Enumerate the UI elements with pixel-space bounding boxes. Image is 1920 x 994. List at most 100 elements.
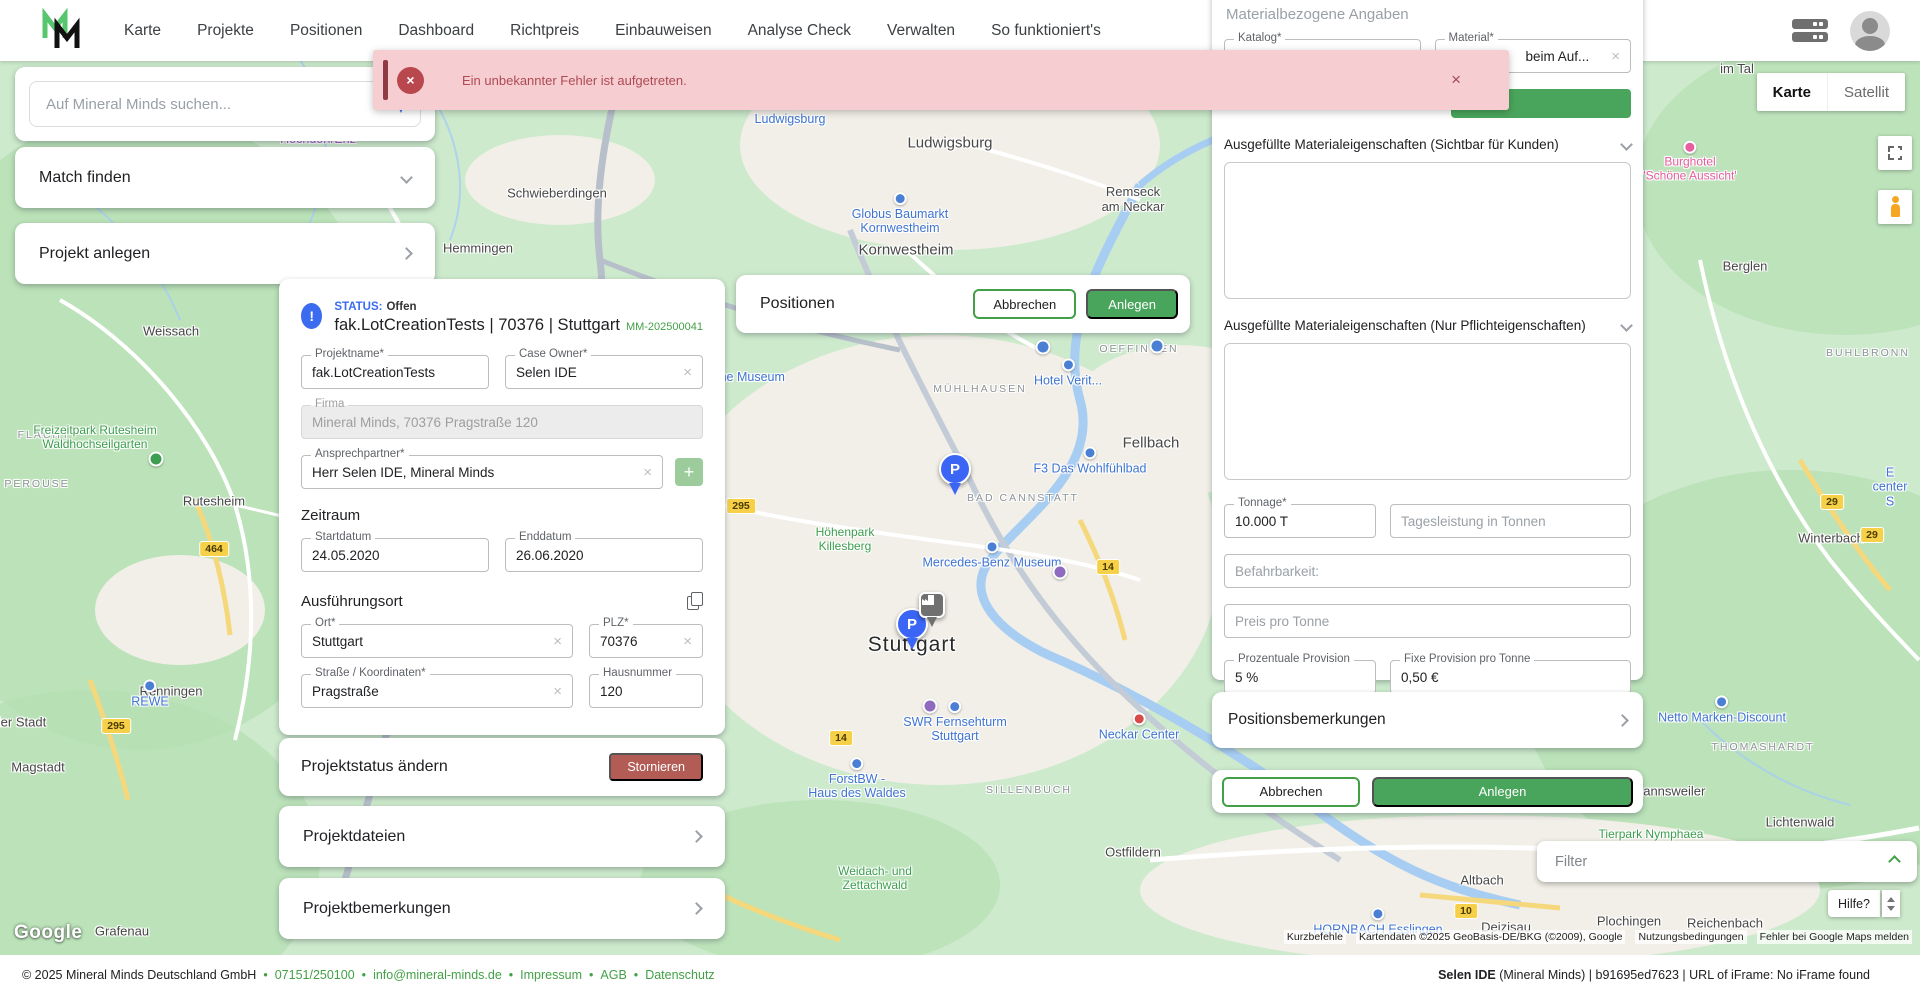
projektdateien-accordion[interactable]: Projektdateien	[279, 806, 725, 867]
projektname-field[interactable]: Projektname* fak.LotCreationTests	[301, 355, 489, 389]
positionen-panel: Positionen Abbrechen Anlegen	[736, 275, 1190, 333]
props-kunden-box[interactable]	[1224, 162, 1631, 299]
nav-item-positionen[interactable]: Positionen	[290, 22, 362, 40]
nav-item-dashboard[interactable]: Dashboard	[398, 22, 474, 40]
map-type-karte-button[interactable]: Karte	[1757, 73, 1827, 111]
arrow-down-icon	[1887, 906, 1895, 911]
case-owner-field[interactable]: Case Owner* Selen IDE	[505, 355, 703, 389]
clear-icon[interactable]	[683, 634, 692, 649]
clear-icon[interactable]	[553, 684, 562, 699]
startdatum-field[interactable]: Startdatum 24.05.2020	[301, 538, 489, 572]
nav-item-verwalten[interactable]: Verwalten	[887, 22, 955, 40]
attribution-item[interactable]: Fehler bei Google Maps melden	[1757, 930, 1912, 944]
filter-bar[interactable]: Filter	[1537, 841, 1917, 882]
road-badge: 295	[726, 498, 756, 514]
clear-icon[interactable]	[643, 465, 652, 480]
footer-link[interactable]: Datenschutz	[627, 968, 715, 982]
enddatum-field[interactable]: Enddatum 26.06.2020	[505, 538, 703, 572]
clear-icon[interactable]	[553, 634, 562, 649]
nav-item-karte[interactable]: Karte	[124, 22, 161, 40]
projektstatus-label: Projektstatus ändern	[301, 758, 448, 776]
positionen-anlegen-button[interactable]: Anlegen	[1086, 289, 1178, 319]
match-finden-accordion[interactable]: Match finden	[15, 147, 435, 208]
nav-item-einbauweisen[interactable]: Einbauweisen	[615, 22, 712, 40]
map-label: REWE	[131, 679, 169, 708]
filter-label: Filter	[1555, 854, 1587, 870]
fullscreen-button[interactable]	[1878, 136, 1912, 170]
status-info-icon: !	[301, 303, 322, 329]
ansprechpartner-field[interactable]: Ansprechpartner* Herr Selen IDE, Mineral…	[301, 455, 663, 489]
attribution-item[interactable]: Kurzbefehle	[1284, 930, 1346, 944]
befahrbarkeit-field[interactable]: Befahrbarkeit:	[1224, 554, 1631, 588]
chevron-right-icon	[690, 830, 703, 843]
plz-field[interactable]: PLZ* 70376	[589, 624, 703, 658]
footer-link[interactable]: 07151/250100	[256, 968, 354, 982]
preis-pro-tonne-field[interactable]: Preis pro Tonne	[1224, 604, 1631, 638]
map-label: Plochingen	[1597, 915, 1661, 930]
projektbemerkungen-accordion[interactable]: Projektbemerkungen	[279, 878, 725, 939]
map-type-satellit-button[interactable]: Satellit	[1827, 73, 1905, 111]
footer-link[interactable]: AGB	[582, 968, 627, 982]
map-label: Weidach- und Zettachwald	[838, 865, 912, 893]
add-contact-button[interactable]	[675, 458, 703, 486]
material-anlegen-button[interactable]: Anlegen	[1372, 777, 1633, 807]
projekt-anlegen-accordion[interactable]: Projekt anlegen	[15, 223, 435, 284]
attribution-item[interactable]: Kartendaten ©2025 GeoBasis-DE/BKG (©2009…	[1356, 930, 1626, 944]
keyboard-icon[interactable]	[1792, 18, 1828, 44]
strasse-field[interactable]: Straße / Koordinaten* Pragstraße	[301, 674, 573, 708]
road-badge: 29	[1860, 527, 1884, 543]
nav-item-richtpreis[interactable]: Richtpreis	[510, 22, 579, 40]
road-badge: 464	[199, 541, 229, 557]
fixe-provision-field[interactable]: Fixe Provision pro Tonne 0,50 €	[1390, 660, 1631, 694]
props-pflicht-box[interactable]	[1224, 343, 1631, 480]
building-marker[interactable]	[918, 592, 946, 630]
map-label: Altbach	[1460, 874, 1503, 889]
clear-icon[interactable]	[1611, 49, 1620, 64]
road-badge: 14	[829, 730, 853, 746]
position-pin-marker[interactable]: P	[938, 453, 972, 497]
map-label: Burghotel 'Schöne Aussicht'	[1643, 141, 1736, 184]
search-input[interactable]: Auf Mineral Minds suchen...	[29, 81, 421, 127]
map-label: BUHLBRONN	[1826, 347, 1910, 359]
footer-link[interactable]: Impressum	[502, 968, 582, 982]
hausnummer-field[interactable]: Hausnummer 120	[589, 674, 703, 708]
tonnage-field[interactable]: Tonnage* 10.000 T	[1224, 504, 1376, 538]
attribution-item[interactable]: Nutzungsbedingungen	[1635, 930, 1746, 944]
footer-link[interactable]: info@mineral-minds.de	[355, 968, 502, 982]
chevron-down-icon[interactable]	[1620, 319, 1633, 332]
map-label: ForstBW - Haus des Waldes	[808, 757, 906, 801]
map-label: Netto Marken-Discount	[1658, 695, 1786, 724]
ort-field[interactable]: Ort* Stuttgart	[301, 624, 573, 658]
material-abbrechen-button[interactable]: Abbrechen	[1222, 777, 1360, 807]
tagesleistung-field[interactable]: Tagesleistung in Tonnen	[1390, 504, 1631, 538]
toast-close-icon[interactable]	[1451, 71, 1461, 88]
hilfe-button[interactable]: Hilfe?	[1828, 890, 1880, 917]
chevron-down-icon[interactable]	[1620, 138, 1633, 151]
nav-item-so-funktioniert-s[interactable]: So funktioniert's	[991, 22, 1101, 40]
project-id: MM-202500041	[626, 321, 703, 333]
poi-dot	[149, 452, 164, 467]
search-placeholder: Auf Mineral Minds suchen...	[46, 96, 231, 113]
toast-accent-bar	[383, 60, 388, 100]
chevron-up-icon	[1888, 855, 1901, 868]
pegman-button[interactable]	[1878, 190, 1912, 224]
clear-icon[interactable]	[683, 365, 692, 380]
positionen-abbrechen-button[interactable]: Abbrechen	[973, 289, 1076, 319]
copy-icon[interactable]	[687, 592, 703, 610]
props-pflicht-heading: Ausgefüllte Materialeigenschaften (Nur P…	[1224, 318, 1586, 333]
map-label: Magstadt	[11, 761, 64, 776]
arrow-up-icon	[1887, 897, 1895, 902]
map-label: Ostfildern	[1105, 846, 1161, 861]
positionsbemerkungen-accordion[interactable]: Positionsbemerkungen	[1212, 692, 1643, 748]
project-title: fak.LotCreationTests | 70376 | Stuttgart…	[334, 316, 703, 335]
map-label: Berglen	[1723, 260, 1768, 275]
match-finden-label: Match finden	[39, 169, 131, 187]
prozentuale-provision-field[interactable]: Prozentuale Provision 5 %	[1224, 660, 1376, 694]
stornieren-button[interactable]: Stornieren	[609, 753, 703, 781]
mineral-minds-logo[interactable]	[38, 7, 84, 55]
nav-item-projekte[interactable]: Projekte	[197, 22, 254, 40]
road-badge: 29	[1820, 494, 1844, 510]
scroll-arrows[interactable]	[1882, 890, 1900, 917]
nav-item-analyse-check[interactable]: Analyse Check	[748, 22, 851, 40]
user-avatar[interactable]	[1850, 11, 1890, 51]
